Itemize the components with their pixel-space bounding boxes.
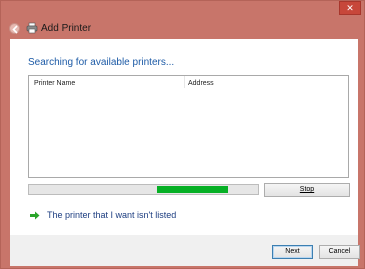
printer-list[interactable]: Printer Name Address <box>28 75 349 178</box>
back-button[interactable] <box>9 23 20 34</box>
search-progress-bar <box>28 184 259 195</box>
green-arrow-icon <box>30 211 40 220</box>
column-divider <box>184 76 185 88</box>
close-icon: ✕ <box>346 3 354 13</box>
next-button-label: Next <box>285 248 300 255</box>
add-printer-window: Add Printer ✕ Searching for available pr… <box>0 0 365 269</box>
page-heading: Searching for available printers... <box>28 57 175 68</box>
next-button[interactable]: Next <box>272 245 313 259</box>
window-title: Add Printer <box>41 23 92 34</box>
stop-button-label: Stop <box>299 186 315 193</box>
progress-fill <box>157 186 228 193</box>
wizard-content: Searching for available printers... Prin… <box>10 39 358 235</box>
back-arrow-icon <box>12 25 18 34</box>
wizard-footer: Next Cancel <box>10 235 360 266</box>
column-header-printer-name[interactable]: Printer Name <box>34 80 75 87</box>
title-bar: Add Printer ✕ <box>1 1 365 39</box>
printer-icon <box>26 22 38 34</box>
close-button[interactable]: ✕ <box>339 1 361 15</box>
column-header-address[interactable]: Address <box>188 80 214 87</box>
printer-not-listed-label[interactable]: The printer that I want isn't listed <box>47 210 176 220</box>
cancel-button-label: Cancel <box>328 248 351 255</box>
cancel-button[interactable]: Cancel <box>319 245 360 259</box>
stop-button[interactable]: Stop <box>264 183 350 197</box>
